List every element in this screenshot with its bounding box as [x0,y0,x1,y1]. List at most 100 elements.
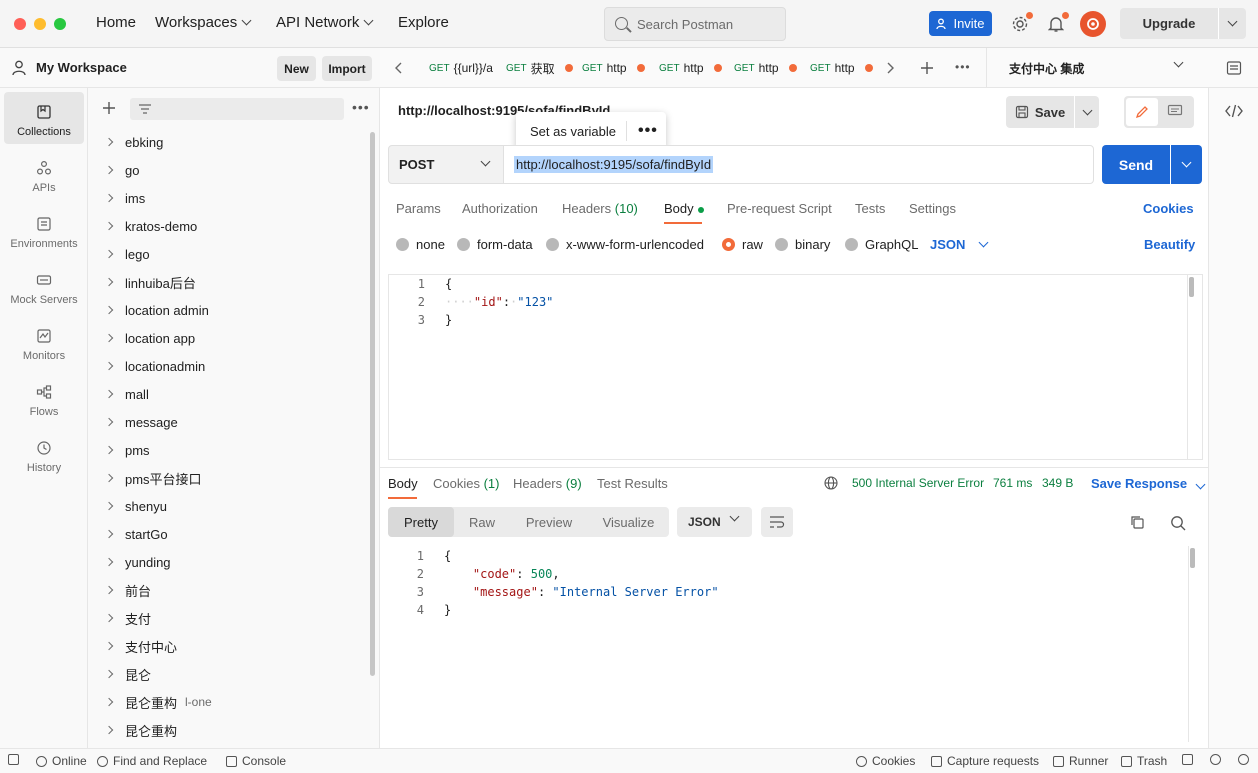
tab-tests[interactable]: Tests [855,201,885,216]
trash-button[interactable]: Trash [1121,754,1167,768]
collection-item[interactable]: ebking [88,128,368,156]
cookies-button[interactable]: Cookies [856,754,915,768]
request-tab[interactable]: GET http [582,48,645,88]
tab-body[interactable]: Body [664,201,704,216]
plus-icon[interactable] [102,101,116,115]
save-dropdown-button[interactable] [1075,96,1099,128]
collection-item[interactable]: 前台 [88,576,368,604]
search-input[interactable]: Search Postman [604,7,786,41]
radio-form-data[interactable]: form-data [457,237,533,252]
view-pretty[interactable]: Pretty [388,507,454,537]
beautify-link[interactable]: Beautify [1144,237,1195,252]
console-button[interactable]: Console [226,754,286,768]
search-icon[interactable] [1170,515,1186,531]
find-replace-button[interactable]: Find and Replace [97,754,207,768]
radio-urlencoded[interactable]: x-www-form-urlencoded [546,237,704,252]
wrap-lines-button[interactable] [761,507,793,537]
sidebar-item-collections[interactable]: Collections [4,92,84,144]
more-options-icon[interactable]: ••• [638,122,658,140]
filter-input[interactable] [130,98,344,120]
toggle-sidebar-button[interactable] [8,754,19,765]
method-selector[interactable]: POST [388,145,504,184]
request-tab[interactable]: GET 获取 [506,48,573,88]
radio-none[interactable]: none [396,237,445,252]
response-format-selector[interactable]: JSON [677,507,752,537]
chevron-left-icon[interactable] [394,62,404,74]
cookies-link[interactable]: Cookies [1143,201,1194,216]
bootcamp-button[interactable] [1210,754,1221,765]
edit-mode-button[interactable] [1126,98,1158,126]
collection-item[interactable]: pms [88,436,368,464]
chevron-right-icon[interactable] [104,277,114,287]
collection-item[interactable]: 支付中心 [88,632,368,660]
nav-home[interactable]: Home [96,14,136,31]
chevron-right-icon[interactable] [104,725,114,735]
radio-binary[interactable]: binary [775,237,830,252]
send-button[interactable]: Send [1102,145,1170,184]
collection-item[interactable]: pms平台接口 [88,464,368,492]
send-dropdown-button[interactable] [1171,145,1202,184]
chevron-right-icon[interactable] [104,501,114,511]
chevron-right-icon[interactable] [104,641,114,651]
editor-scrollbar[interactable] [1190,548,1195,568]
save-response-button[interactable]: Save Response [1091,476,1206,491]
view-visualize[interactable]: Visualize [588,507,669,537]
request-tab[interactable]: GET {{url}}/a [429,48,493,88]
save-button[interactable]: Save [1006,96,1074,128]
code-icon[interactable] [1225,104,1243,118]
url-input[interactable]: http://localhost:9195/sofa/findById [503,145,1094,184]
nav-workspaces[interactable]: Workspaces [155,14,252,31]
tab-headers[interactable]: Headers (10) [562,201,638,216]
chevron-right-icon[interactable] [104,529,114,539]
chevron-right-icon[interactable] [104,361,114,371]
upgrade-button[interactable]: Upgrade [1120,8,1246,39]
response-body-viewer[interactable]: 1{ 2 "code": 500, 3 "message": "Internal… [388,546,1203,742]
upgrade-dropdown[interactable] [1219,16,1246,27]
sidebar-item-history[interactable]: History [4,428,84,480]
view-raw[interactable]: Raw [454,507,510,537]
chevron-right-icon[interactable] [104,389,114,399]
collection-item[interactable]: lego [88,240,368,268]
new-tab-plus-icon[interactable] [920,61,934,75]
collection-item[interactable]: linhuiba后台 [88,268,368,296]
chevron-right-icon[interactable] [104,165,114,175]
chevron-right-icon[interactable] [104,445,114,455]
sidebar-item-flows[interactable]: Flows [4,372,84,424]
tab-pre-request-script[interactable]: Pre-request Script [727,201,832,216]
online-status[interactable]: Online [36,754,87,768]
chevron-right-icon[interactable] [104,585,114,595]
nav-api-network[interactable]: API Network [276,14,374,31]
collection-item[interactable]: ims [88,184,368,212]
chevron-right-icon[interactable] [885,62,895,74]
collection-item[interactable]: location admin [88,296,368,324]
environment-quick-look-icon[interactable] [1226,60,1242,76]
tabs-more-icon[interactable]: ••• [955,60,971,74]
sidebar-item-environments[interactable]: Environments [4,204,84,256]
collections-scrollbar[interactable] [370,132,375,676]
set-as-variable-button[interactable]: Set as variable [530,124,616,139]
collection-item[interactable]: 昆仑重构 [88,716,368,744]
request-tab[interactable]: GET http [734,48,797,88]
response-tab-cookies[interactable]: Cookies (1) [433,476,499,491]
settings-button[interactable] [1008,12,1033,36]
response-size[interactable]: 349 B [1042,476,1073,490]
request-body-editor[interactable]: 1{ 2 ····"id":·"123" 3} [388,274,1203,460]
collection-item[interactable]: location app [88,324,368,352]
chevron-right-icon[interactable] [104,669,114,679]
maximize-window-button[interactable] [54,18,66,30]
chevron-right-icon[interactable] [104,697,114,707]
collection-item[interactable]: go [88,156,368,184]
sidebar-item-apis[interactable]: APIs [4,148,84,200]
two-pane-button[interactable] [1182,754,1193,765]
chevron-right-icon[interactable] [104,473,114,483]
chevron-right-icon[interactable] [104,333,114,343]
body-language-selector[interactable]: JSON [930,237,989,252]
comment-icon[interactable] [1167,104,1183,118]
workspace-title[interactable]: My Workspace [36,60,127,75]
collection-item[interactable]: startGo [88,520,368,548]
new-button[interactable]: New [277,56,316,81]
request-tab[interactable]: GET http [659,48,722,88]
copy-icon[interactable] [1130,515,1145,530]
response-status[interactable]: 500 Internal Server Error [852,476,984,490]
environment-selector[interactable]: 支付中心 集成 [986,48,1208,88]
